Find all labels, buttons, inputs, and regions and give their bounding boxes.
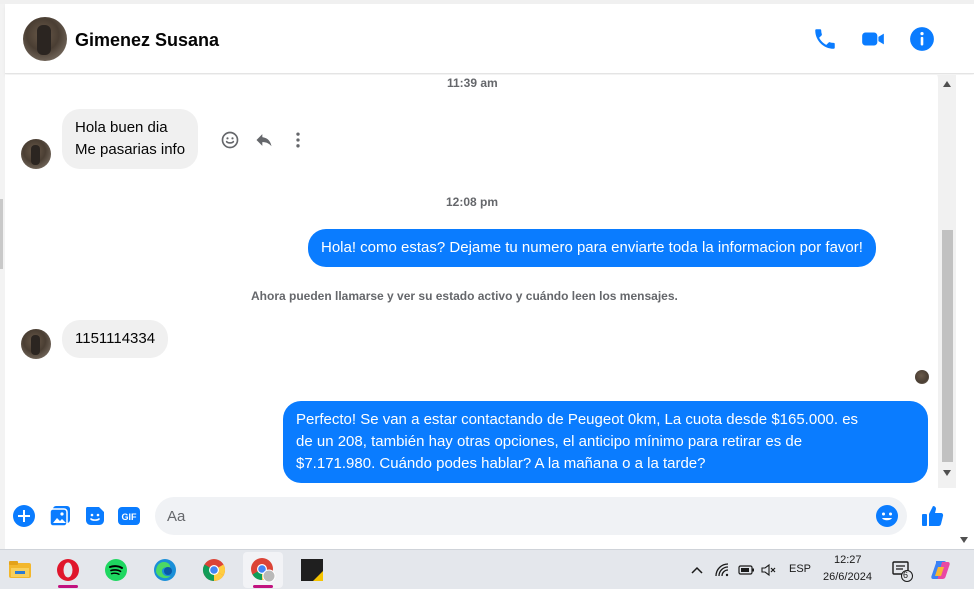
conversation-area[interactable]: 11:39 am Hola buen dia Me pasarias info … bbox=[5, 75, 937, 488]
clock-time[interactable]: 12:27 bbox=[834, 554, 862, 566]
sticky-app-icon[interactable] bbox=[292, 552, 332, 588]
windows-taskbar: ESP 12:27 26/6/2024 6 bbox=[0, 549, 974, 589]
react-emoji-icon[interactable] bbox=[220, 130, 240, 153]
message-line: Me pasarias info bbox=[75, 141, 186, 158]
photo-icon[interactable] bbox=[48, 504, 72, 528]
message-line: Perfecto! Se van a estar contactando de … bbox=[296, 411, 859, 428]
add-icon[interactable] bbox=[12, 504, 36, 528]
contact-avatar-small[interactable] bbox=[21, 329, 51, 359]
outgoing-message[interactable]: Perfecto! Se van a estar contactando de … bbox=[283, 401, 928, 483]
spotify-icon[interactable] bbox=[96, 552, 136, 588]
contact-avatar-small[interactable] bbox=[21, 139, 51, 169]
edge-icon[interactable] bbox=[145, 552, 185, 588]
chat-header: Gimenez Susana bbox=[5, 4, 974, 74]
emoji-icon[interactable] bbox=[875, 504, 899, 528]
chrome-icon[interactable] bbox=[194, 552, 234, 588]
contact-avatar[interactable] bbox=[23, 17, 67, 61]
gif-icon[interactable]: GIF bbox=[117, 504, 141, 528]
message-line: Hola buen dia bbox=[75, 119, 168, 136]
language-indicator[interactable]: ESP bbox=[789, 563, 811, 575]
incoming-message[interactable]: Hola buen dia Me pasarias info bbox=[62, 109, 199, 169]
show-hidden-icons-chevron-icon[interactable] bbox=[689, 562, 705, 578]
message-input[interactable] bbox=[167, 497, 867, 535]
outgoing-message[interactable]: Hola! como estas? Dejame tu numero para … bbox=[308, 229, 876, 267]
read-receipt-avatar bbox=[915, 370, 929, 384]
page-scrollbar[interactable] bbox=[956, 75, 974, 549]
message-input-box[interactable] bbox=[155, 497, 907, 535]
copilot-icon[interactable] bbox=[930, 559, 952, 581]
message-composer: GIF bbox=[5, 488, 956, 546]
page-scroll-down-arrow[interactable] bbox=[960, 537, 968, 543]
notification-count: 6 bbox=[903, 570, 909, 580]
timestamp: 12:08 pm bbox=[446, 195, 499, 209]
conversation-scrollbar[interactable] bbox=[938, 75, 956, 488]
opera-icon[interactable] bbox=[48, 552, 88, 588]
file-explorer-icon[interactable] bbox=[0, 552, 40, 588]
system-notice: Ahora pueden llamarse y ver su estado ac… bbox=[251, 289, 678, 303]
phone-icon[interactable] bbox=[812, 26, 838, 52]
app-active-indicator bbox=[58, 585, 78, 588]
more-options-icon[interactable] bbox=[288, 130, 308, 153]
scroll-up-arrow[interactable] bbox=[943, 81, 951, 87]
app-active-indicator bbox=[253, 585, 273, 588]
incoming-message[interactable]: 1151114334 bbox=[62, 320, 169, 358]
sticker-icon[interactable] bbox=[83, 504, 107, 528]
info-icon[interactable] bbox=[909, 26, 935, 52]
notifications-icon[interactable]: 6 bbox=[892, 560, 914, 582]
scrollbar-thumb[interactable] bbox=[942, 230, 953, 462]
like-icon[interactable] bbox=[921, 504, 945, 528]
messenger-window: Gimenez Susana 11:39 am Hola buen dia Me… bbox=[0, 0, 974, 549]
message-line: de un 208, también hay otras opciones, e… bbox=[296, 433, 803, 450]
chrome-profile-icon[interactable] bbox=[243, 552, 283, 588]
message-actions bbox=[220, 129, 308, 153]
message-line: $7.171.980. Cuándo podes hablar? A la ma… bbox=[296, 455, 706, 472]
battery-icon[interactable] bbox=[737, 562, 754, 578]
contact-name[interactable]: Gimenez Susana bbox=[75, 30, 219, 51]
clock-date[interactable]: 26/6/2024 bbox=[823, 571, 872, 583]
reply-icon[interactable] bbox=[254, 130, 274, 153]
wifi-icon[interactable] bbox=[714, 562, 730, 578]
scroll-down-arrow[interactable] bbox=[943, 470, 951, 476]
video-call-icon[interactable] bbox=[860, 26, 886, 52]
timestamp: 11:39 am bbox=[447, 76, 498, 90]
gif-label: GIF bbox=[122, 512, 138, 522]
volume-muted-icon[interactable] bbox=[760, 562, 776, 578]
